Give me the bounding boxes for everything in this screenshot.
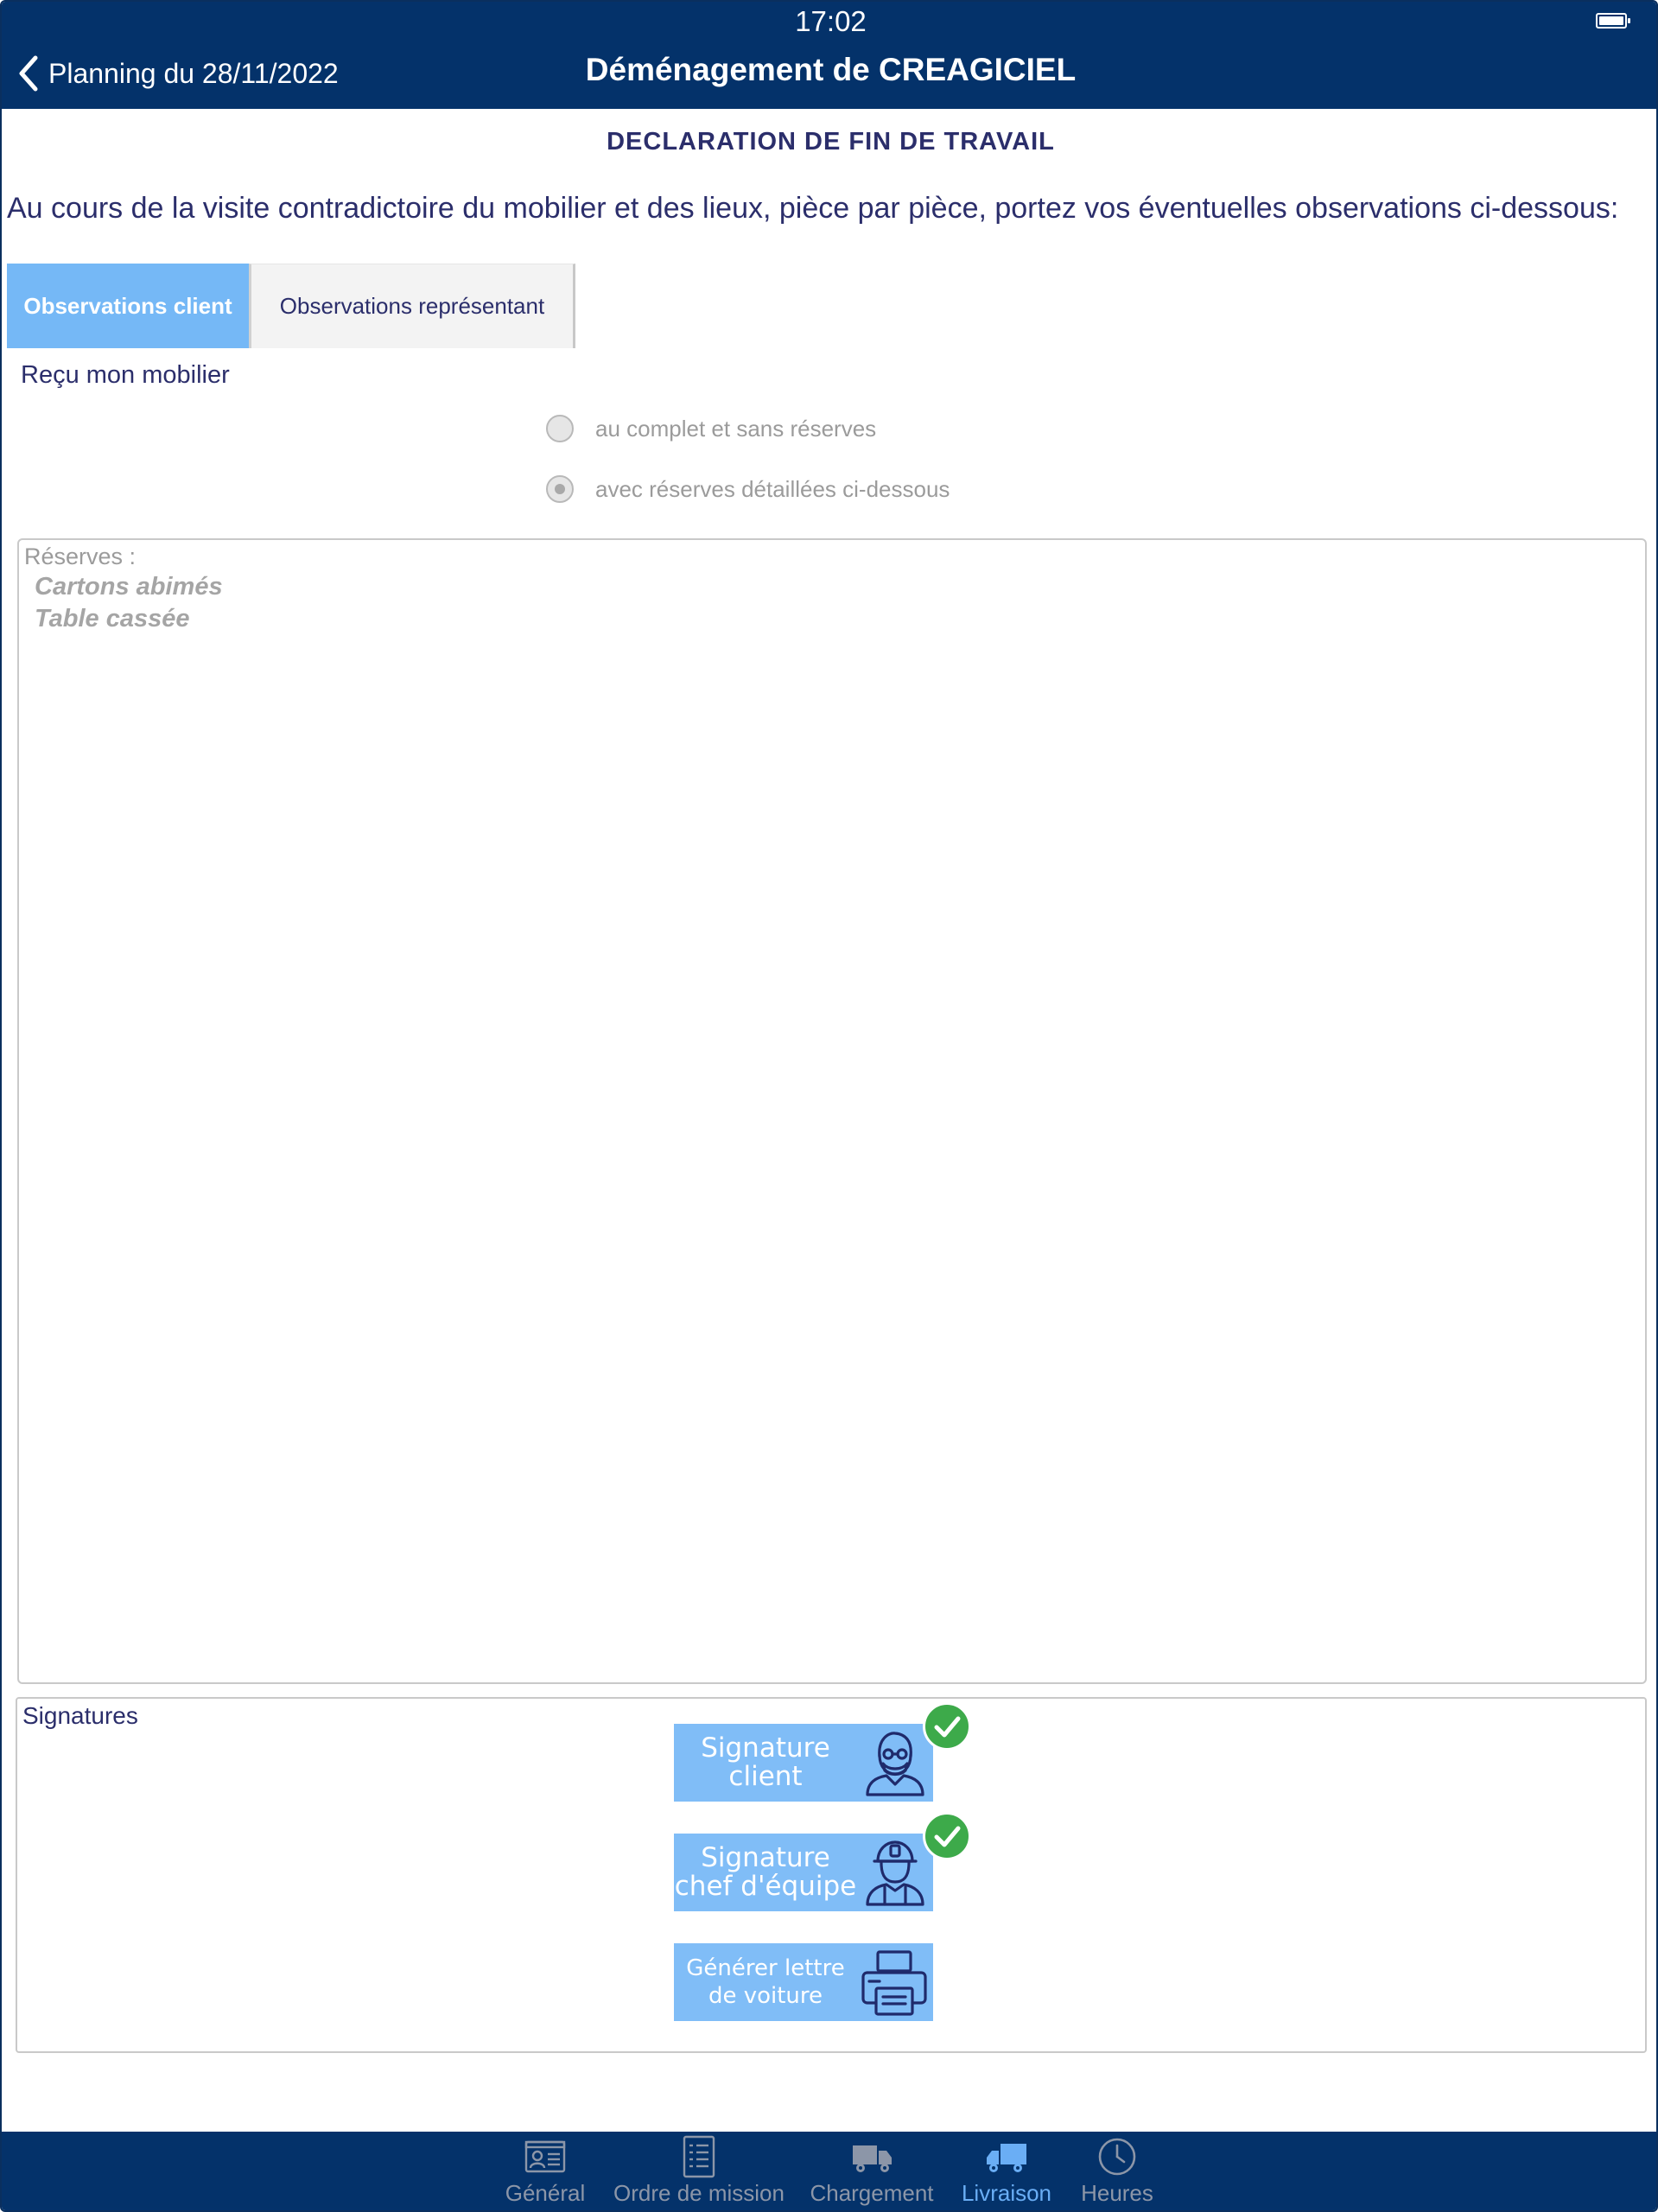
client-avatar-icon bbox=[866, 1732, 924, 1796]
worker-avatar-icon bbox=[866, 1840, 924, 1906]
radio-label: au complet et sans réserves bbox=[595, 415, 877, 442]
nav-livraison[interactable]: Livraison bbox=[961, 2132, 1052, 2210]
header-bar: 17:02 Planning du 28/11/2022 Déménagemen… bbox=[2, 2, 1656, 109]
nav-label: Chargement bbox=[810, 2180, 934, 2206]
reception-label: Reçu mon mobilier bbox=[21, 361, 230, 389]
nav-ordre-de-mission[interactable]: Ordre de mission bbox=[613, 2132, 785, 2210]
signature-client-label: Signature client bbox=[701, 1732, 830, 1792]
page-title: Déménagement de CREAGICIEL bbox=[585, 52, 1077, 87]
generate-letter-label: Générer lettre de voiture bbox=[686, 1955, 845, 2009]
reserves-value: Cartons abimés Table cassée bbox=[35, 573, 223, 632]
chef-signed-check-icon bbox=[923, 1812, 971, 1860]
checklist-icon bbox=[683, 2135, 715, 2178]
nav-chargement[interactable]: Chargement bbox=[809, 2132, 935, 2210]
delivery-truck-icon bbox=[987, 2144, 1026, 2172]
document-heading: DECLARATION DE FIN DE TRAVAIL bbox=[607, 128, 1055, 156]
battery-icon bbox=[1596, 13, 1630, 29]
status-time: 17:02 bbox=[795, 5, 867, 37]
nav-heures[interactable]: Heures bbox=[1080, 2132, 1154, 2210]
generate-letter-button[interactable]: Générer lettre de voiture bbox=[674, 1943, 933, 2021]
app-frame: 17:02 Planning du 28/11/2022 Déménagemen… bbox=[0, 0, 1658, 2212]
nav-label: Ordre de mission bbox=[613, 2180, 785, 2206]
tab-observations-representant[interactable]: Observations représentant bbox=[249, 264, 575, 348]
instructions-text: Au cours de la visite contradictoire du … bbox=[7, 192, 1619, 225]
tab-observations-client[interactable]: Observations client bbox=[7, 264, 249, 348]
id-card-icon bbox=[524, 2140, 566, 2173]
nav-label: Livraison bbox=[961, 2180, 1052, 2206]
clock-icon bbox=[1098, 2138, 1136, 2176]
radio-label: avec réserves détaillées ci-dessous bbox=[595, 475, 950, 502]
radio-option-complete[interactable]: au complet et sans réserves bbox=[546, 415, 876, 442]
signatures-label: Signatures bbox=[22, 1702, 138, 1729]
bottom-navigation: Général Ordre de mission Chargement Livr… bbox=[2, 2132, 1656, 2210]
nav-general[interactable]: Général bbox=[500, 2132, 590, 2210]
signature-chef-button[interactable]: Signature chef d'équipe bbox=[674, 1834, 933, 1911]
radio-button[interactable] bbox=[546, 415, 574, 442]
observation-tabs: Observations client Observations représe… bbox=[7, 264, 575, 348]
signature-chef-label: Signature chef d'équipe bbox=[674, 1842, 857, 1902]
radio-option-with-reserves[interactable]: avec réserves détaillées ci-dessous bbox=[546, 475, 950, 503]
signature-client-button[interactable]: Signature client bbox=[674, 1724, 933, 1802]
printer-icon bbox=[861, 1950, 927, 2016]
radio-button-checked[interactable] bbox=[546, 475, 574, 503]
client-signed-check-icon bbox=[923, 1702, 971, 1751]
reserves-textarea[interactable]: Réserves : Cartons abimés Table cassée bbox=[17, 538, 1647, 1684]
reserves-label: Réserves : bbox=[24, 543, 137, 569]
nav-label: Heures bbox=[1081, 2180, 1153, 2206]
truck-icon bbox=[853, 2145, 892, 2172]
nav-label: Général bbox=[505, 2180, 586, 2206]
